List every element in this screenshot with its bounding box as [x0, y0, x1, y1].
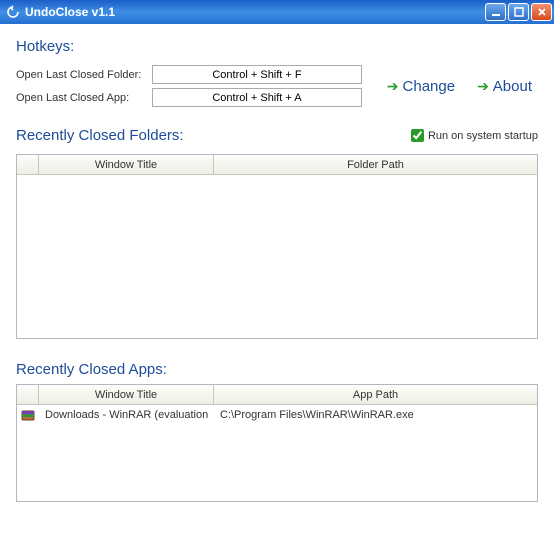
- maximize-button[interactable]: [508, 3, 529, 21]
- hotkey-folder-input[interactable]: [152, 65, 362, 84]
- arrow-right-icon: ➔: [387, 78, 399, 95]
- change-button[interactable]: ➔ Change: [381, 78, 461, 95]
- content-area: Hotkeys: Open Last Closed Folder: Open L…: [0, 24, 554, 553]
- app-icon: [6, 5, 20, 19]
- folders-header-row: Window Title Folder Path: [17, 155, 537, 175]
- apps-body: Downloads - WinRAR (evaluationC:\Program…: [17, 405, 537, 501]
- apps-heading: Recently Closed Apps:: [16, 361, 538, 378]
- apps-col-title[interactable]: Window Title: [39, 385, 214, 404]
- folders-list[interactable]: Window Title Folder Path: [16, 154, 538, 339]
- hotkeys-panel: Open Last Closed Folder: Open Last Close…: [16, 61, 538, 111]
- arrow-right-icon: ➔: [477, 78, 489, 95]
- apps-col-path[interactable]: App Path: [214, 385, 537, 404]
- change-label: Change: [403, 78, 456, 95]
- folders-col-path[interactable]: Folder Path: [214, 155, 537, 174]
- hotkey-app-input[interactable]: [152, 88, 362, 107]
- apps-list[interactable]: Window Title App Path Downloads - WinRAR…: [16, 384, 538, 502]
- hotkey-folder-label: Open Last Closed Folder:: [16, 69, 152, 81]
- startup-checkbox[interactable]: [411, 129, 424, 142]
- about-label: About: [493, 78, 532, 95]
- minimize-button[interactable]: [485, 3, 506, 21]
- app-window: UndoClose v1.1 Hotkeys: Open Last Closed…: [0, 0, 554, 553]
- hotkeys-heading: Hotkeys:: [16, 38, 538, 55]
- app-row-path: C:\Program Files\WinRAR\WinRAR.exe: [214, 409, 537, 421]
- startup-label: Run on system startup: [428, 130, 538, 142]
- titlebar[interactable]: UndoClose v1.1: [0, 0, 554, 24]
- folders-col-icon[interactable]: [17, 155, 39, 174]
- close-button[interactable]: [531, 3, 552, 21]
- app-row-icon: [17, 408, 39, 422]
- about-button[interactable]: ➔ About: [471, 78, 538, 95]
- hotkey-app-label: Open Last Closed App:: [16, 92, 152, 104]
- window-controls: [485, 3, 552, 21]
- apps-header-row: Window Title App Path: [17, 385, 537, 405]
- startup-checkbox-row[interactable]: Run on system startup: [411, 129, 538, 142]
- folders-heading: Recently Closed Folders:: [16, 127, 184, 144]
- folders-col-title[interactable]: Window Title: [39, 155, 214, 174]
- table-row[interactable]: Downloads - WinRAR (evaluationC:\Program…: [17, 405, 537, 425]
- app-row-title: Downloads - WinRAR (evaluation: [39, 409, 214, 421]
- window-title: UndoClose v1.1: [25, 5, 485, 19]
- apps-col-icon[interactable]: [17, 385, 39, 404]
- folders-body: [17, 175, 537, 338]
